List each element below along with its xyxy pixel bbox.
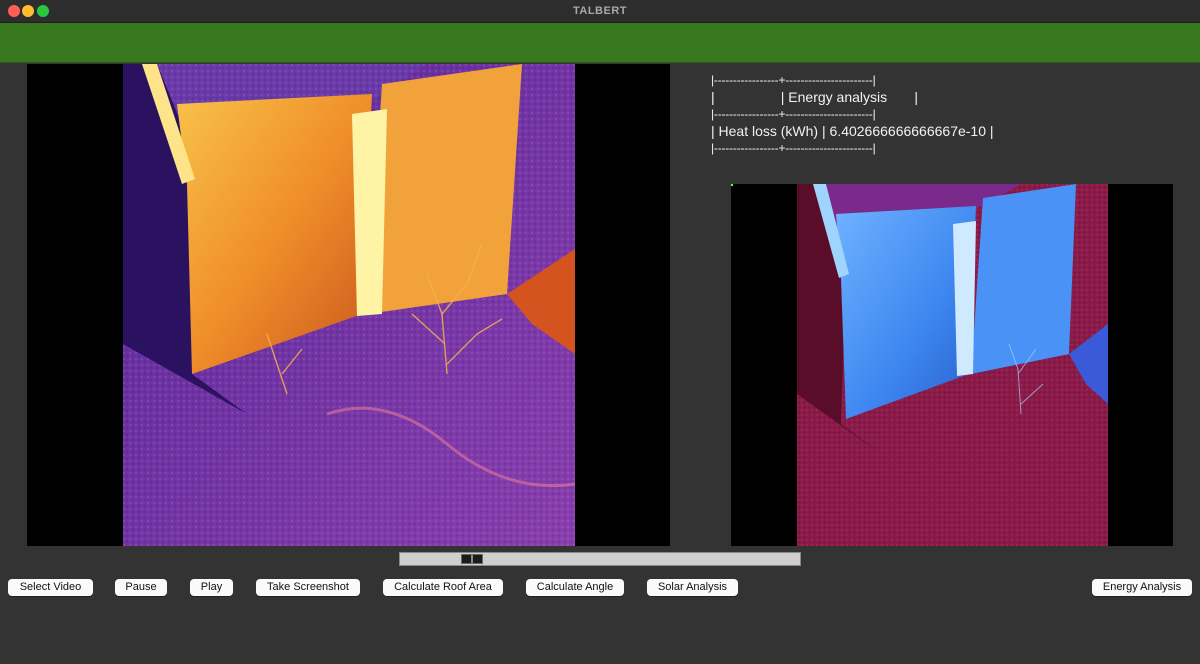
secondary-video-frame [731, 184, 1173, 546]
pause-button[interactable]: Pause [115, 579, 167, 596]
table-header-row: | | Energy analysis | [711, 89, 918, 105]
title-bar: TALBERT [0, 0, 1200, 23]
play-button[interactable]: Play [190, 579, 233, 596]
energy-analysis-button[interactable]: Energy Analysis [1092, 579, 1192, 596]
window-title: TALBERT [572, 5, 627, 17]
main-video-frame [27, 64, 670, 546]
take-screenshot-button[interactable]: Take Screenshot [256, 579, 360, 596]
calculate-angle-button[interactable]: Calculate Angle [526, 579, 624, 596]
energy-analysis-table: |-----------------+---------------------… [711, 72, 994, 157]
table-data-row: | Heat loss (kWh) | 6.402666666666667e-1… [711, 123, 994, 139]
table-separator-middle: |-----------------+---------------------… [711, 107, 876, 121]
select-video-button[interactable]: Select Video [8, 579, 93, 596]
table-separator-top: |-----------------+---------------------… [711, 73, 876, 87]
header-banner [0, 23, 1200, 63]
marker-dot [731, 184, 733, 186]
calculate-roof-area-button[interactable]: Calculate Roof Area [383, 579, 503, 596]
slider-thumb[interactable] [461, 554, 483, 564]
thermal-image-secondary [797, 184, 1108, 546]
solar-analysis-button[interactable]: Solar Analysis [647, 579, 738, 596]
table-separator-bottom: |-----------------+---------------------… [711, 141, 876, 155]
thermal-image-main [123, 64, 576, 546]
video-progress-slider[interactable] [399, 552, 801, 566]
